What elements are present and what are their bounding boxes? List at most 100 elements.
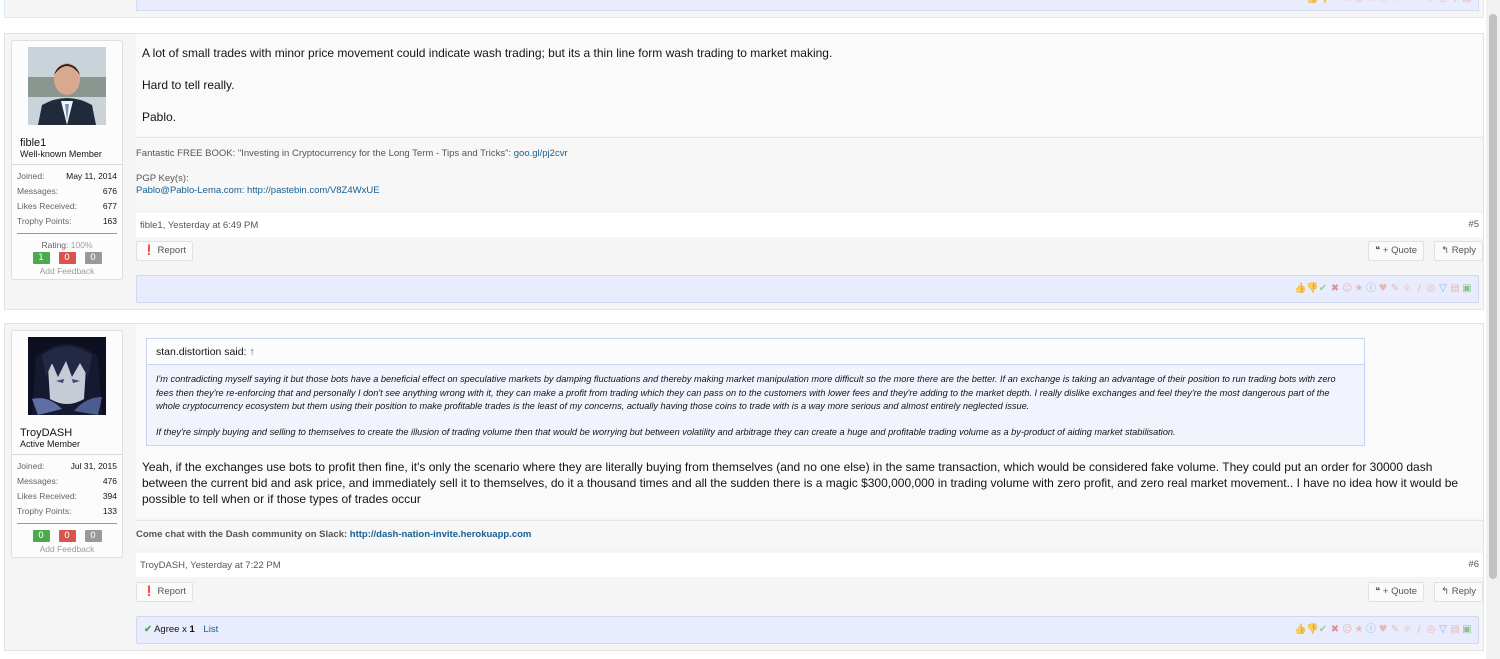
reply-button[interactable]: ↰ Reply [1434, 241, 1483, 261]
positive-feedback-count[interactable]: 1 [32, 252, 50, 264]
quote-block: stan.distortion said: ↑ I'm contradictin… [146, 338, 1365, 446]
optimistic-icon[interactable]: / [1414, 284, 1424, 294]
add-feedback-link[interactable]: Add Feedback [12, 544, 122, 557]
reaction-icons: 👍 👎 ✔ ✖ ☺ ★ ⓘ ♥ ✎ ☼ / ◎ ▽ ▤ ▣ [1294, 625, 1472, 635]
agree-icon[interactable]: ✔ [1318, 284, 1328, 294]
friendly-icon[interactable]: ◎ [1426, 625, 1436, 635]
quote-label: + Quote [1382, 245, 1417, 256]
add-feedback-link[interactable]: Add Feedback [12, 266, 122, 279]
reply-icon: ↰ [1441, 586, 1450, 597]
signature: Come chat with the Dash community on Sla… [136, 520, 1483, 546]
joined-value: Jul 31, 2015 [70, 461, 117, 471]
creative-icon[interactable]: ☼ [1402, 284, 1412, 294]
agree-label: Agree x [154, 624, 187, 635]
user-avatar[interactable] [28, 47, 106, 125]
agree-count: 1 [189, 624, 195, 635]
user-stats: Joined: Jul 31, 2015 Messages: 476 Likes R… [12, 455, 122, 521]
message-text: Yeah, if the exchanges use bots to profi… [142, 459, 1472, 507]
winner-icon[interactable]: ★ [1354, 625, 1364, 635]
likes-label: Likes Received: [17, 201, 78, 211]
user-stats: Joined: May 11, 2014 Messages: 676 Likes R… [12, 165, 122, 231]
neutral-feedback-count[interactable]: 0 [84, 530, 102, 542]
ratings-icon[interactable]: ▽ [1438, 625, 1448, 635]
informative-icon[interactable]: ⓘ [1366, 284, 1376, 294]
negative-feedback-count[interactable]: 0 [58, 252, 76, 264]
user-title: Well-known Member [12, 149, 122, 165]
quote-icon: ❝ [1375, 245, 1381, 256]
post-controls: ❗ Report ❝ + Quote ↰ Reply [136, 239, 1483, 263]
quote-paragraph: If they're simply buying and selling to … [156, 426, 1176, 437]
negative-feedback-count[interactable]: 0 [58, 530, 76, 542]
friendly-icon[interactable]: ◎ [1426, 284, 1436, 294]
report-label: Report [157, 245, 186, 256]
username[interactable]: fible1 [12, 137, 122, 149]
feedback-counts: 1 0 0 [12, 252, 122, 264]
informative-icon[interactable]: ⓘ [1366, 625, 1376, 635]
user-title: Active Member [12, 439, 122, 455]
signature-book-link[interactable]: goo.gl/pj2cvr [514, 148, 568, 159]
disagree-icon[interactable]: ✖ [1330, 625, 1340, 635]
divider [17, 233, 117, 234]
disagree-icon[interactable]: ✖ [1330, 284, 1340, 294]
trophy-label: Trophy Points: [17, 216, 72, 226]
joined-label: Joined: [17, 461, 45, 471]
trophy-value[interactable]: 133 [103, 504, 117, 519]
messages-value[interactable]: 676 [103, 184, 117, 199]
post-meta: fible1, Yesterday at 6:49 PM #5 [136, 213, 1483, 237]
user-avatar[interactable] [28, 337, 106, 415]
post-number[interactable]: #6 [1468, 559, 1479, 570]
love-icon[interactable]: ♥ [1378, 284, 1388, 294]
likes-bar: ✔ Agree x 1 List 👍 👎 ✔ ✖ ☺ ★ ⓘ ♥ ✎ ☼ / ◎ ▽ ▤ ▣ [136, 616, 1479, 644]
reply-button[interactable]: ↰ Reply [1434, 582, 1483, 602]
trophy-label: Trophy Points: [17, 506, 72, 516]
mod-icon[interactable]: ▣ [1462, 284, 1472, 294]
signature-link[interactable]: http://dash-nation-invite.herokuapp.com [350, 529, 532, 540]
quote-body: I'm contradicting myself saying it but t… [147, 365, 1364, 439]
optimistic-icon[interactable]: / [1414, 625, 1424, 635]
previous-post-likes-bar: 👍👎✔✖☺★ⓘ♥✎☼/◎▽▤ [136, 0, 1479, 11]
neutral-feedback-count[interactable]: 0 [84, 252, 102, 264]
messages-value[interactable]: 476 [103, 474, 117, 489]
winner-icon[interactable]: ★ [1354, 284, 1364, 294]
rating: Rating: 100% [12, 240, 122, 250]
scrollbar-thumb[interactable] [1489, 14, 1497, 579]
useful-icon[interactable]: ✎ [1390, 625, 1400, 635]
like-icon[interactable]: 👍 [1294, 625, 1306, 635]
post-controls: ❗ Report ❝ + Quote ↰ Reply [136, 580, 1483, 604]
love-icon[interactable]: ♥ [1378, 625, 1388, 635]
username[interactable]: TroyDASH [12, 427, 122, 439]
quote-paragraph: I'm contradicting myself saying it but t… [156, 374, 1336, 411]
likes-list-link[interactable]: List [203, 624, 218, 635]
meta-icon[interactable]: ▤ [1450, 625, 1460, 635]
quote-button[interactable]: ❝ + Quote [1368, 582, 1424, 602]
post-author-time[interactable]: TroyDASH, Yesterday at 7:22 PM [140, 560, 281, 571]
funny-icon[interactable]: ☺ [1342, 284, 1352, 294]
quote-label: + Quote [1382, 586, 1417, 597]
pgp-link[interactable]: Pablo@Pablo-Lema.com: http://pastebin.co… [136, 185, 380, 196]
report-button[interactable]: ❗ Report [136, 241, 193, 261]
trophy-value[interactable]: 163 [103, 214, 117, 229]
report-button[interactable]: ❗ Report [136, 582, 193, 602]
positive-feedback-count[interactable]: 0 [32, 530, 50, 542]
signature: Fantastic FREE BOOK: "Investing in Crypt… [136, 137, 1483, 210]
useful-icon[interactable]: ✎ [1390, 284, 1400, 294]
agree-icon[interactable]: ✔ [1318, 625, 1328, 635]
joined-label: Joined: [17, 171, 45, 181]
funny-icon[interactable]: ☺ [1342, 625, 1352, 635]
like-icon[interactable]: 👍 [1294, 284, 1306, 294]
dislike-icon[interactable]: 👎 [1306, 625, 1318, 635]
quote-header: stan.distortion said: ↑ [147, 339, 1364, 365]
page-scrollbar[interactable] [1486, 0, 1500, 659]
post-number[interactable]: #5 [1468, 219, 1479, 230]
post-author-time[interactable]: fible1, Yesterday at 6:49 PM [140, 220, 258, 231]
mod-icon[interactable]: ▣ [1462, 625, 1472, 635]
ratings-icon[interactable]: ▽ [1438, 284, 1448, 294]
pgp-label: PGP Key(s): [136, 173, 189, 184]
quote-source-arrow[interactable]: ↑ [249, 346, 254, 358]
quote-button[interactable]: ❝ + Quote [1368, 241, 1424, 261]
signature-book-text: Fantastic FREE BOOK: "Investing in Crypt… [136, 148, 512, 159]
creative-icon[interactable]: ☼ [1402, 625, 1412, 635]
dislike-icon[interactable]: 👎 [1306, 284, 1318, 294]
agree-check-icon: ✔ [144, 624, 152, 635]
meta-icon[interactable]: ▤ [1450, 284, 1460, 294]
